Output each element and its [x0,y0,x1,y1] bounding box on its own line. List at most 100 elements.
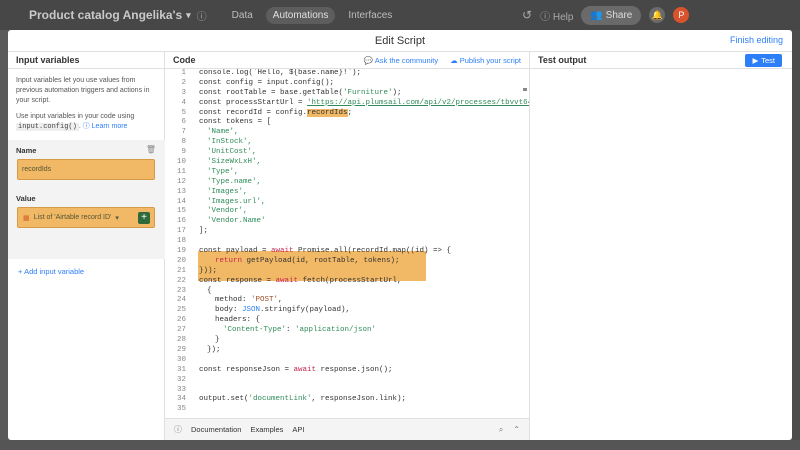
code-text: const tokens = [ [199,118,272,127]
code-line: 26 headers: { [165,316,529,326]
code-text: const recordId = config.recordIds; [199,108,353,119]
code-token: method: [215,296,252,305]
code-line: 31 const responseJson = await response.js… [165,366,529,376]
add-input-variable-button[interactable]: + Add input variable [18,267,84,276]
search-icon[interactable]: ⌕ [499,425,503,435]
test-button[interactable]: ▶ Test [745,53,782,67]
code-line: 25 body: JSON.stringify(payload), [165,306,529,316]
line-number: 5 [181,108,186,117]
code-string: 'Images.url', [207,197,266,206]
publish-script-link[interactable]: ☁ Publish your script [450,56,521,65]
code-token: const rootTable = base.getTable( [199,88,344,97]
play-icon: ▶ [752,55,759,65]
code-string: 'Vendor.Name' [207,217,266,226]
share-label: Share [605,9,633,21]
learn-more-link[interactable]: Learn more [92,123,128,130]
code-line: 28} [165,336,529,346]
chevron-down-icon[interactable]: ▾ [186,10,191,21]
bell-icon[interactable]: 🔔 [649,7,666,23]
help-circle-icon[interactable]: ⓘ [83,123,92,130]
help-button[interactable]: ⓘ Help [540,8,573,23]
examples-link[interactable]: Examples [250,425,283,434]
finish-editing-link[interactable]: Finish editing [730,35,783,45]
code-editor[interactable]: 1 console.log(`Hello, ${base.name}!`); 2 c… [165,69,529,418]
line-number: 18 [176,237,186,246]
line-number: 35 [176,405,186,414]
code-token: const payload = [199,247,272,256]
api-link[interactable]: API [292,425,304,434]
line-number: 34 [176,395,186,404]
code-line: 7 'Name', [165,128,529,138]
plus-icon[interactable]: + [138,212,150,224]
chevron-up-icon[interactable]: ⌃ [513,425,520,435]
line-number: 30 [176,355,186,364]
code-line: 9 'UnitCost', [165,148,529,158]
line-number: 1 [181,69,186,77]
code-token: Promise.all(recordId.map((id) => { [293,247,452,256]
code-pane: Code 💬 Ask the community ☁ Publish your … [165,52,530,440]
code-token: const processStartUrl = [199,98,308,107]
variable-value-select[interactable]: ▦ List of 'Airtable record ID' ▾ + [17,207,155,228]
background-scrollbar [792,30,800,450]
info-icon[interactable]: ⓘ [197,8,207,23]
code-line: 6 const tokens = [ [165,118,529,128]
line-number: 21 [176,266,186,275]
test-output-header: Test output ▶ Test [530,52,792,69]
code-text: const responseJson = await response.json… [199,366,393,376]
code-line: 17]; [165,227,529,237]
code-string: 'InStock', [207,138,253,147]
code-line: 14 'Images.url', [165,198,529,208]
input-variables-header: Input variables [8,52,164,69]
base-title-text[interactable]: Product catalog Angelika's [29,8,182,22]
line-number: 22 [176,276,186,285]
nav-automations[interactable]: Automations [265,6,336,24]
app-topbar: Product catalog Angelika's ▾ ⓘ Data Auto… [0,0,800,30]
code-token: : [286,326,296,335]
line-number: 17 [176,227,186,236]
code-token: ; [347,108,353,117]
code-line: 11 'Type', [165,168,529,178]
trash-icon[interactable]: 🗑 [146,145,156,154]
code-text: method: 'POST', [215,296,283,306]
chevron-down-icon: ▾ [115,214,119,222]
modal-title: Edit Script [374,34,426,47]
code-string: 'Content-Type' [223,326,287,335]
test-button-label: Test [761,55,775,65]
nav-interfaces[interactable]: Interfaces [341,7,399,24]
code-line: 5 const recordId = config.recordIds; [165,108,529,119]
top-nav: Data Automations Interfaces [225,6,400,24]
nav-data[interactable]: Data [225,7,260,24]
input-variables-description: Input variables let you use values from … [16,77,150,104]
help-circle-icon[interactable]: ⓘ [174,424,182,435]
base-title[interactable]: Product catalog Angelika's ▾ [29,8,191,22]
line-number: 32 [176,375,186,384]
avatar[interactable]: P [673,7,690,23]
line-number: 2 [181,78,186,87]
code-token: response.json(); [316,365,393,374]
code-text: console.log(`Hello, ${base.name}!`); [199,69,362,77]
code-line: 1 console.log(`Hello, ${base.name}!`); [165,69,529,79]
code-token: getPayload(id, rootTable, tokens); [242,256,400,265]
line-number: 8 [181,138,186,147]
code-line: 2 const config = input.config(); [165,79,529,89]
code-line: 12 'Type.name', [165,178,529,188]
variable-name-input[interactable]: recordIds [17,159,155,180]
ask-community-label: Ask the community [374,55,439,65]
input-variable-card: Name 🗑 recordIds Value ▦ List of 'Airtab… [8,140,165,259]
code-keyword: await [293,365,317,374]
code-line: 23 { [165,287,529,297]
modal-header: Edit Script Finish editing [8,30,792,52]
ask-community-link[interactable]: 💬 Ask the community [364,56,438,65]
code-text: return getPayload(id, rootTable, tokens)… [215,257,400,267]
line-number: 11 [176,167,186,176]
line-number: 13 [176,187,186,196]
code-url[interactable]: 'https://api.plumsail.com/api/v2/process… [307,99,529,107]
documentation-link[interactable]: Documentation [191,425,241,434]
background-footer [0,440,800,450]
share-button[interactable]: 👥 Share [581,5,642,25]
add-input-variable-label: Add input variable [24,267,85,276]
code-line: 24 method: 'POST', [165,296,529,306]
code-text: } [215,336,220,345]
history-icon[interactable]: ↺ [522,8,532,22]
code-text: ]; [199,227,209,236]
